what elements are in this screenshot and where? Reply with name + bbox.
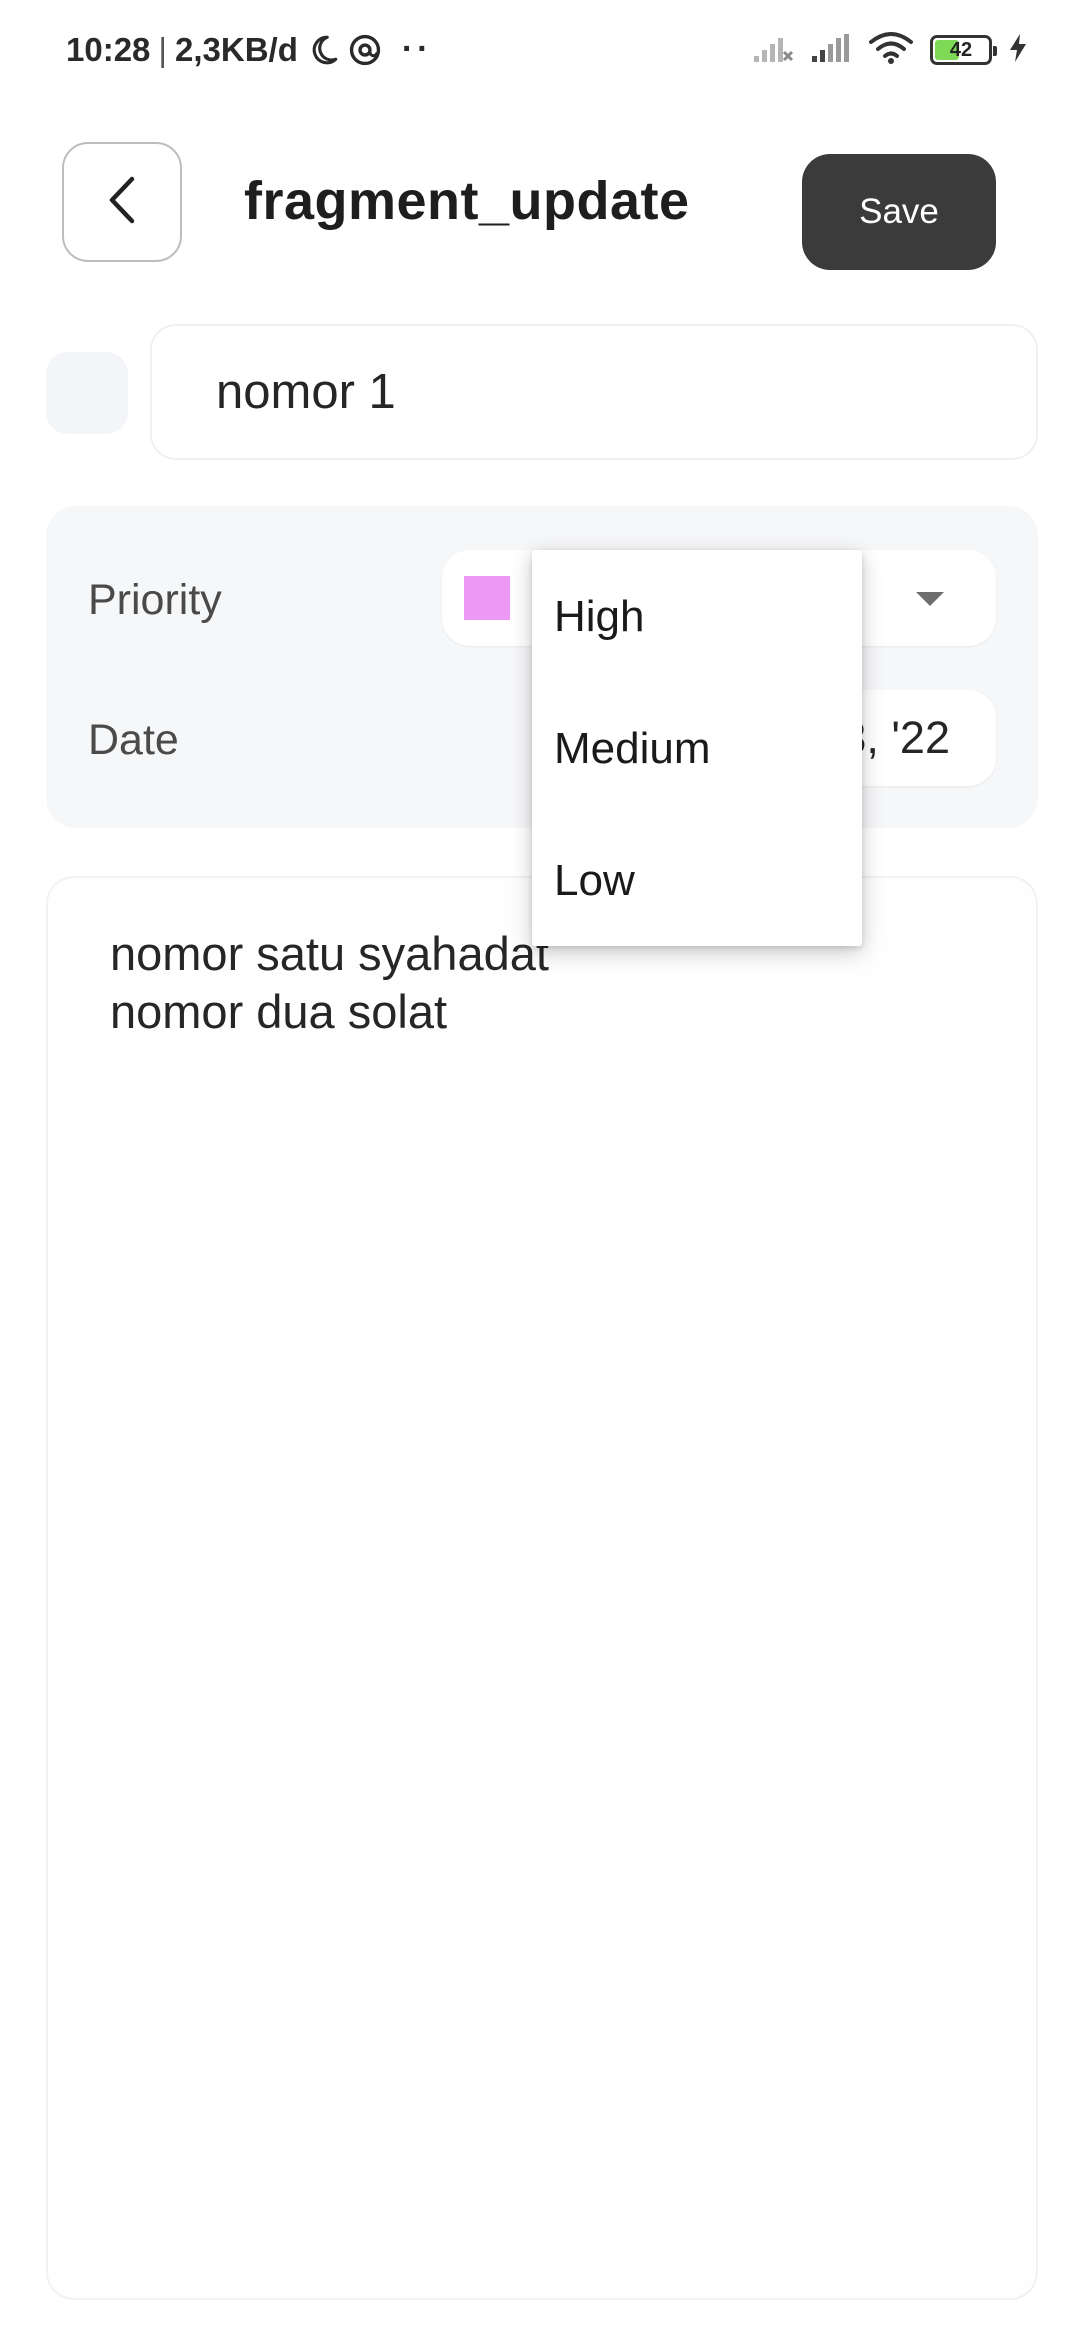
dropdown-option-medium[interactable]: Medium	[554, 724, 711, 774]
priority-color-swatch	[464, 576, 510, 620]
date-label: Date	[88, 716, 179, 764]
at-sign-icon	[348, 33, 382, 67]
back-button[interactable]	[62, 142, 182, 262]
battery-icon: 42	[930, 35, 997, 65]
moon-icon	[306, 33, 340, 67]
description-line: nomor satu syahadat	[110, 927, 549, 980]
signal-icon	[810, 32, 852, 69]
status-separator: |	[158, 30, 167, 68]
network-speed: 2,3KB/d	[174, 30, 298, 68]
title-input[interactable]: nomor 1	[150, 324, 1038, 460]
save-button[interactable]: Save	[802, 154, 996, 270]
dropdown-option-low[interactable]: Low	[554, 856, 635, 906]
status-bar: 10:28 | 2,3KB/d ·· 42	[0, 0, 1080, 100]
description-line: nomor dua solat	[110, 985, 448, 1038]
status-left: 10:28 | 2,3KB/d ··	[66, 30, 433, 69]
page-title: fragment_update	[244, 171, 690, 231]
description-input[interactable]	[46, 876, 1038, 2300]
more-notifications: ··	[401, 30, 433, 68]
chevron-down-icon	[916, 592, 944, 606]
status-right: 42	[752, 30, 1028, 70]
wifi-icon	[868, 31, 914, 70]
status-time: 10:28	[66, 30, 151, 68]
priority-dropdown-menu: High Medium Low	[532, 550, 862, 946]
dropdown-option-high[interactable]: High	[554, 592, 645, 642]
color-chip[interactable]	[46, 352, 128, 434]
charging-bolt-icon	[1008, 33, 1028, 68]
battery-level: 42	[949, 39, 973, 61]
signal-off-icon	[752, 32, 794, 69]
priority-label: Priority	[88, 576, 222, 624]
chevron-left-icon	[102, 173, 142, 232]
